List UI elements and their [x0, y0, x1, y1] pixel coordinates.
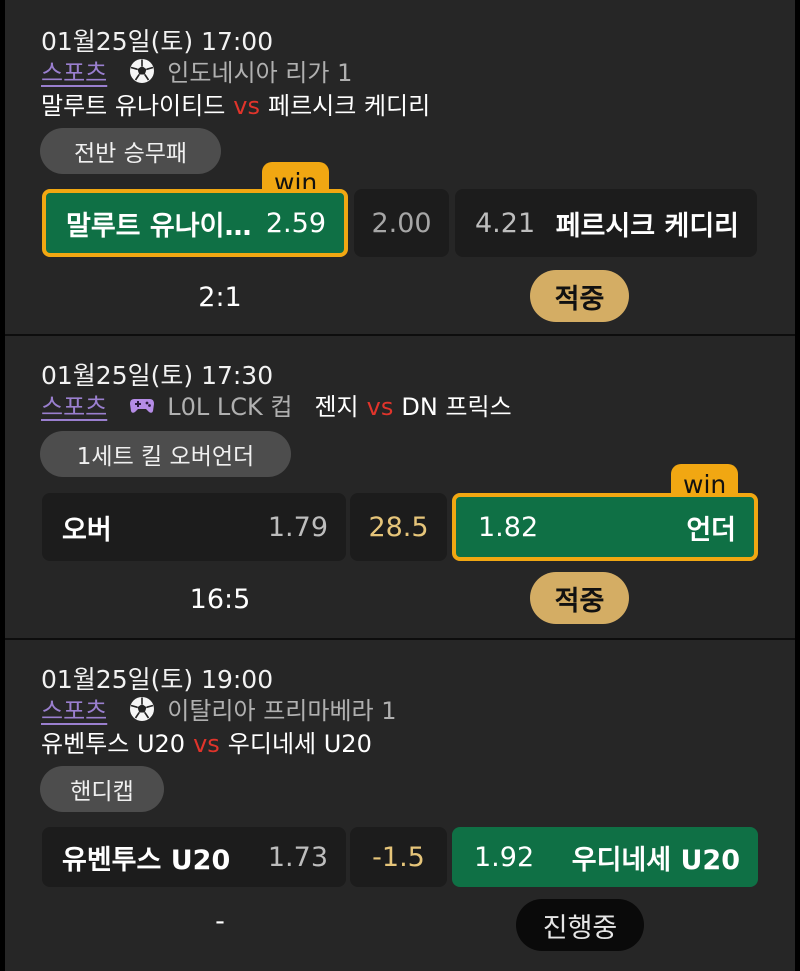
match-score: 2:1	[198, 282, 242, 313]
option-line[interactable]: 28.5	[350, 493, 447, 561]
option-line-value: 28.5	[368, 511, 429, 543]
away-team: 페르시크 케디리	[268, 92, 431, 120]
bet-card: 01월25일(토) 17:00 스포츠 인도네시아 리가 1 말루트 유나이티드…	[5, 0, 795, 334]
option-odds: 2.59	[265, 207, 326, 239]
league-name: 이탈리아 프리마베라 1	[167, 697, 397, 725]
option-handicap[interactable]: -1.5	[350, 827, 447, 887]
option-away[interactable]: 1.92 우디네세 U20	[452, 827, 758, 887]
option-odds: 1.82	[478, 511, 539, 543]
option-odds: 1.73	[267, 841, 328, 873]
option-name: 오버	[62, 514, 112, 546]
league-label: L0L LCK 컵	[129, 387, 292, 422]
option-odds: 1.92	[474, 841, 535, 873]
option-under[interactable]: 1.82 언더	[452, 493, 758, 561]
market-badge: 1세트 킬 오버언더	[40, 431, 291, 477]
option-over[interactable]: 오버 1.79	[42, 493, 346, 561]
option-name: 페르시크 케디리	[555, 210, 739, 242]
option-odds: 2.00	[371, 207, 432, 239]
option-draw[interactable]: 2.00	[354, 189, 449, 257]
option-name: 우디네세 U20	[571, 844, 740, 876]
bet-card: 01월25일(토) 19:00 스포츠 이탈리아 프리마베라 1 유벤투스 U2…	[5, 640, 795, 971]
bet-card: 01월25일(토) 17:30 스포츠 L0L LCK 컵 젠지 vs DN 프릭스…	[5, 336, 795, 638]
soccer-ball-icon	[130, 696, 155, 721]
result-badge: 적중	[530, 572, 629, 624]
option-name: 유벤투스 U20	[62, 844, 231, 876]
option-line-value: -1.5	[372, 841, 425, 873]
bet-history-list: 01월25일(토) 17:00 스포츠 인도네시아 리가 1 말루트 유나이티드…	[5, 0, 795, 971]
league-name: L0L LCK 컵	[167, 393, 293, 421]
match-title: 유벤투스 U20 vs 우디네세 U20	[41, 724, 372, 759]
soccer-ball-icon	[130, 58, 155, 83]
category-link[interactable]: 스포츠	[41, 53, 107, 88]
vs-label: vs	[366, 393, 394, 421]
vs-label: vs	[233, 92, 260, 120]
vs-label: vs	[193, 730, 220, 758]
result-badge: 적중	[530, 270, 629, 322]
league-label: 인도네시아 리가 1	[129, 53, 352, 88]
away-team: 우디네세 U20	[227, 730, 372, 758]
category-link[interactable]: 스포츠	[41, 387, 107, 422]
home-team: 유벤투스 U20	[41, 730, 186, 758]
option-odds: 4.21	[475, 207, 536, 239]
option-home[interactable]: 말루트 유나이… 2.59	[42, 189, 348, 257]
league-label: 이탈리아 프리마베라 1	[129, 691, 397, 726]
option-away[interactable]: 4.21 페르시크 케디리	[455, 189, 757, 257]
home-team: 젠지	[314, 393, 359, 421]
result-badge: 진행중	[516, 899, 644, 951]
league-name: 인도네시아 리가 1	[167, 59, 353, 87]
match-title: 젠지 vs DN 프릭스	[314, 387, 511, 422]
option-odds: 1.79	[267, 511, 328, 543]
home-team: 말루트 유나이티드	[41, 92, 226, 120]
option-name: 말루트 유나이…	[66, 210, 252, 242]
option-name: 언더	[686, 514, 736, 546]
match-title: 말루트 유나이티드 vs 페르시크 케디리	[41, 86, 430, 121]
match-score: 16:5	[189, 584, 251, 615]
category-link[interactable]: 스포츠	[41, 691, 107, 726]
away-team: DN 프릭스	[401, 393, 512, 421]
market-badge: 핸디캡	[40, 766, 164, 812]
market-badge: 전반 승무패	[40, 128, 221, 174]
gamepad-icon	[130, 398, 155, 413]
option-home[interactable]: 유벤투스 U20 1.73	[42, 827, 346, 887]
match-score: -	[215, 906, 225, 937]
